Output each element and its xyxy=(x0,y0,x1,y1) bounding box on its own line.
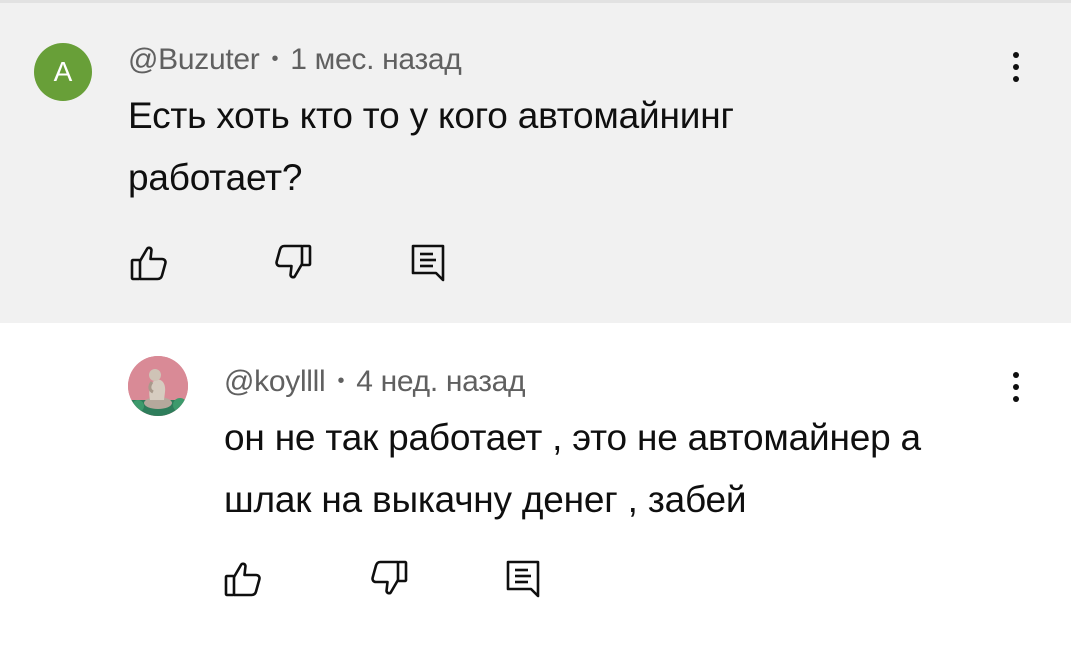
dot xyxy=(1013,64,1019,70)
dot xyxy=(1013,52,1019,58)
avatar[interactable] xyxy=(128,356,188,416)
author-name[interactable]: @Buzuter xyxy=(128,43,260,76)
dislike-button[interactable] xyxy=(366,556,412,602)
reply-text: он не так работает , это не автомайнер а… xyxy=(224,407,921,531)
thumb-down-icon xyxy=(371,560,408,595)
reply-text-line: он не так работает , это не автомайнер а xyxy=(224,417,921,458)
more-options-button[interactable] xyxy=(996,360,1036,414)
comment-timestamp[interactable]: 1 мес. назад xyxy=(290,43,462,76)
comment-thread-highlighted: A @Buzuter • 1 мес. назад Есть хоть кто … xyxy=(0,3,1071,323)
author-name[interactable]: @koyllll xyxy=(224,365,326,398)
comment-text: Есть хоть кто то у кого автомайнинг рабо… xyxy=(128,85,734,209)
avatar-letter: A xyxy=(53,56,73,87)
comment-header: @Buzuter • 1 мес. назад xyxy=(128,43,462,77)
reply-button[interactable] xyxy=(500,556,546,602)
dot xyxy=(1013,384,1019,390)
dot xyxy=(1013,76,1019,82)
comment-icon xyxy=(506,560,540,598)
reply-header: @koyllll • 4 нед. назад xyxy=(224,365,526,399)
like-button[interactable] xyxy=(220,556,266,602)
thumb-up-icon xyxy=(224,562,261,597)
like-button[interactable] xyxy=(126,240,172,286)
thumb-up-icon xyxy=(130,246,167,281)
comment-timestamp[interactable]: 4 нед. назад xyxy=(356,365,525,398)
meta-separator: • xyxy=(337,370,345,392)
more-options-button[interactable] xyxy=(996,40,1036,94)
avatar[interactable]: A xyxy=(34,43,92,101)
dislike-button[interactable] xyxy=(270,240,316,286)
thumb-down-icon xyxy=(275,244,312,279)
dot xyxy=(1013,372,1019,378)
reply-button[interactable] xyxy=(405,240,451,286)
dot xyxy=(1013,396,1019,402)
comment-icon xyxy=(411,244,445,282)
meta-separator: • xyxy=(271,48,279,70)
comment-text-line: Есть хоть кто то у кого автомайнинг xyxy=(128,95,734,136)
comment-text-line: работает? xyxy=(128,157,303,198)
thinker-statue-avatar-image xyxy=(128,356,188,416)
reply-text-line: шлак на выкачну денег , забей xyxy=(224,479,747,520)
